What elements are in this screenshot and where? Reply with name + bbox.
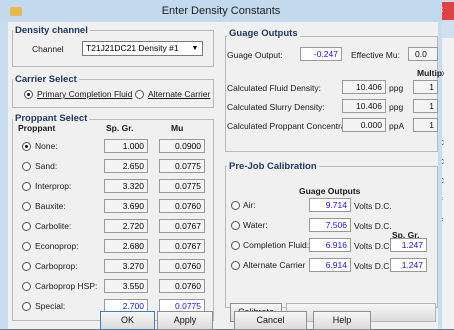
multiplier-field[interactable]: 1 [413,118,438,132]
calibration-radio[interactable] [231,261,240,270]
proppant-mu-field: 0.0760 [159,199,205,213]
calibration-unit: Volts D.C. [354,201,392,211]
calibration-sp-gr-field[interactable]: 1.247 [390,258,427,272]
window-title: Enter Density Constants [161,5,281,17]
calibration-unit: Volts D.C. [354,221,392,231]
proppant-column-header: Proppant [18,123,56,133]
calibration-radio[interactable] [231,241,240,250]
calibration-voltage-value: 6.914 [309,258,351,272]
calculated-unit: ppg [389,83,404,93]
proppant-name[interactable]: Interprop: [35,181,71,191]
calibration-voltage-value: 7.506 [309,218,351,232]
channel-select-value: T21J21DC21 Density #1 [86,43,179,53]
carrier-select-title: Carrier Select [13,74,79,85]
proppant-name[interactable]: Econoprop: [35,241,78,251]
proppant-sp-gr-field: 2.720 [104,219,148,233]
proppant-radio[interactable] [22,242,31,251]
proppant-radio[interactable] [22,162,31,171]
proppant-radio[interactable] [22,262,31,271]
proppant-sp-gr-field: 3.270 [104,259,148,273]
proppant-radio[interactable] [22,202,31,211]
proppant-sp-gr-field: 3.320 [104,179,148,193]
proppant-sp-gr-field: 2.680 [104,239,148,253]
calibration-radio[interactable] [231,201,240,210]
calculated-value: 0.000 [342,118,386,132]
proppant-radio[interactable] [22,142,31,151]
proppant-name[interactable]: Carbolite: [35,221,71,231]
calculated-unit: ppg [389,102,404,112]
proppant-name[interactable]: Bauxite: [35,201,66,211]
primary-carrier-label[interactable]: Primary Completion Fluid [37,89,132,99]
ok-button[interactable]: OK [100,311,155,330]
proppant-mu-field: 0.0760 [159,279,205,293]
calibration-unit: Volts D.C. [354,261,392,271]
mu-column-header: Mu [171,123,184,133]
proppant-mu-field: 0.0775 [159,179,205,193]
calibration-radio[interactable] [231,221,240,230]
proppant-sp-gr-field: 3.690 [104,199,148,213]
calibration-sp-gr-field[interactable]: 1.247 [390,238,427,252]
proppant-name[interactable]: Carboprop: [35,261,78,271]
sp-gr-column-header: Sp. Gr. [106,123,134,133]
proppant-mu-field: 0.0767 [159,219,205,233]
calculated-label: Calculated Fluid Density: [227,83,322,93]
proppant-name[interactable]: Special: [35,301,65,311]
proppant-sp-gr-field: 3.550 [104,279,148,293]
help-button[interactable]: Help [313,311,371,330]
proppant-radio[interactable] [22,302,31,311]
proppant-mu-field: 0.0760 [159,259,205,273]
title-bar[interactable]: Enter Density Constants [0,0,442,22]
effective-mu-label: Effective Mu: [351,50,400,60]
proppant-mu-field: 0.0767 [159,239,205,253]
alternate-carrier-label[interactable]: Alternate Carrier [148,89,210,99]
calculated-value: 10.406 [342,99,386,113]
channel-label: Channel [32,44,64,54]
proppant-name[interactable]: None: [35,141,58,151]
proppant-radio[interactable] [22,222,31,231]
proppant-name[interactable]: Sand: [35,161,57,171]
cancel-button[interactable]: Cancel [234,311,307,330]
proppant-name[interactable]: Carboprop HSP: [35,281,97,291]
calibration-name[interactable]: Water: [243,220,268,230]
calibration-name[interactable]: Completion Fluid: [243,240,309,250]
guage-output-value: -0.247 [300,47,342,61]
proppant-sp-gr-field: 1.000 [104,139,148,153]
density-constants-dialog: Enter Density Constants Density channel … [0,0,442,330]
proppant-mu-field: 0.0775 [159,159,205,173]
calculated-value: 10.406 [342,80,386,94]
apply-button[interactable]: Apply [157,311,213,330]
calibration-voltage-value: 9.714 [309,198,351,212]
calibration-voltage-value: 6.916 [309,238,351,252]
multip-column-header: Multip [417,68,443,78]
guage-outputs-title: Guage Outputs [227,28,300,39]
calibration-name[interactable]: Air: [243,200,256,210]
chevron-down-icon[interactable]: ▼ [189,43,201,54]
guage-outputs-column-header: Guage Outputs [299,186,361,196]
prejob-calibration-title: Pre-Job Calibration [227,161,319,172]
channel-select[interactable]: T21J21DC21 Density #1 ▼ [82,41,203,56]
proppant-radio[interactable] [22,282,31,291]
calibration-unit: Volts D.C. [354,241,392,251]
dialog-client-area: Density channel Channel T21J21DC21 Densi… [8,22,442,330]
density-channel-title: Density channel [13,25,90,36]
primary-carrier-radio[interactable] [24,90,33,99]
proppant-mu-field: 0.0900 [159,139,205,153]
alternate-carrier-radio[interactable] [135,90,144,99]
proppant-sp-gr-field: 2.650 [104,159,148,173]
effective-mu-value: 0.0 [408,47,438,61]
multiplier-field[interactable]: 1 [413,80,438,94]
calculated-label: Calculated Slurry Density: [227,102,325,112]
multiplier-field[interactable]: 1 [413,99,438,113]
calibration-name[interactable]: Alternate Carrier [243,260,305,270]
guage-output-label: Guage Output: [227,50,283,60]
calculated-unit: ppA [389,121,405,131]
proppant-radio[interactable] [22,182,31,191]
